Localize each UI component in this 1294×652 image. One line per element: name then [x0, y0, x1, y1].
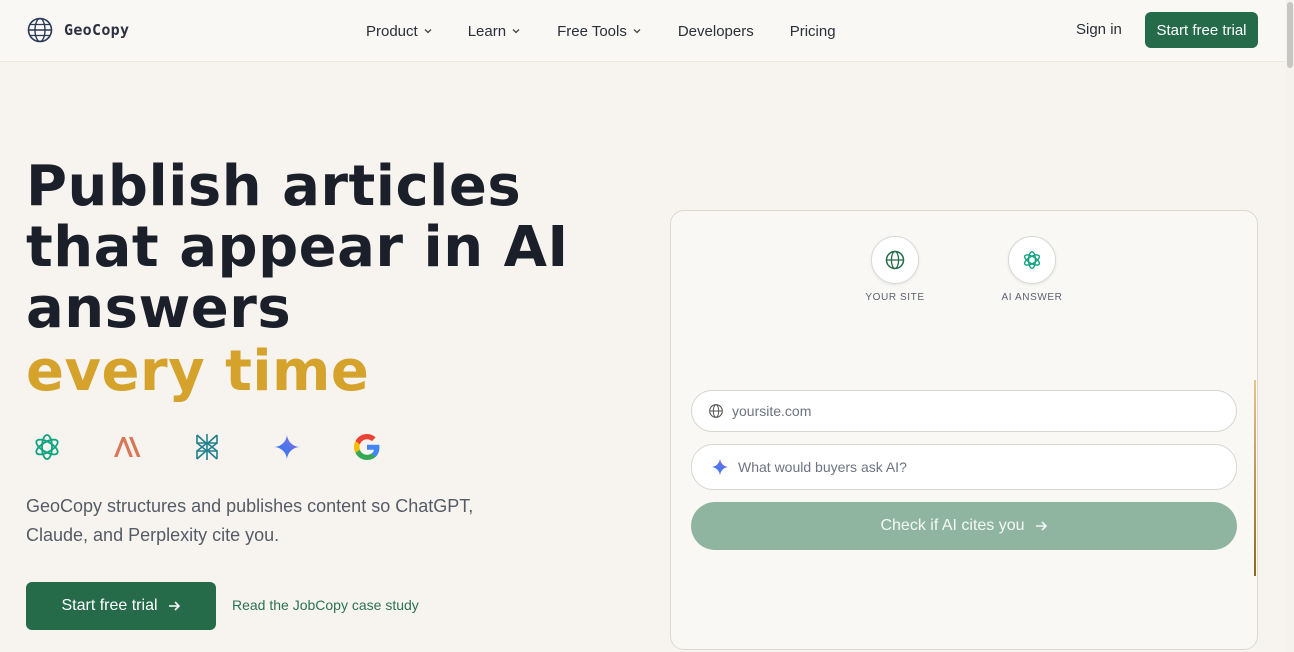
headline-accent: every time — [26, 339, 370, 404]
headline-line-1: Publish articles — [26, 154, 522, 219]
sign-in-link[interactable]: Sign in — [1076, 21, 1122, 38]
your-site-circle — [871, 236, 919, 284]
hero-cta-label: Start free trial — [61, 597, 158, 614]
hero-subtitle: GeoCopy structures and publishes content… — [26, 496, 474, 545]
buyer-question-input[interactable] — [738, 459, 1218, 475]
top-nav: GeoCopy Product Learn Free Tools Develop… — [0, 0, 1286, 62]
headline-line-2: that appear in AI — [26, 215, 569, 280]
nav-pricing[interactable]: Pricing — [790, 23, 836, 40]
chevron-down-icon — [512, 29, 520, 34]
nav-developers[interactable]: Developers — [678, 23, 754, 40]
chevron-down-icon — [424, 29, 432, 34]
ai-citation-checker-card: YOUR SITE AI ANSWER yoursite.com What wo… — [670, 210, 1258, 650]
brand-name: GeoCopy — [64, 21, 130, 39]
nav-start-trial-button[interactable]: Start free trial — [1145, 12, 1258, 48]
anthropic-icon — [110, 430, 144, 464]
ai-answer-badge: AI ANSWER — [987, 236, 1077, 303]
globe-icon — [27, 17, 53, 43]
case-study-link[interactable]: Read the JobCopy case study — [232, 597, 419, 613]
chatgpt-icon — [30, 430, 64, 464]
chevron-down-icon — [633, 29, 641, 34]
scrollbar[interactable] — [1286, 0, 1294, 652]
check-citation-button[interactable]: Check if AI cites you — [691, 502, 1237, 550]
hero-start-trial-button[interactable]: Start free trial — [26, 582, 216, 630]
sparkle-icon — [711, 458, 729, 476]
logo[interactable]: GeoCopy — [27, 17, 129, 43]
perplexity-icon — [190, 430, 224, 464]
hero-headline: Publish articles that appear in AI answe… — [26, 156, 646, 402]
site-url-field[interactable] — [691, 390, 1237, 432]
nav-free-tools[interactable]: Free Tools — [557, 23, 642, 40]
headline-line-3: answers — [26, 276, 292, 341]
nav-developers-label: Developers — [677, 22, 754, 40]
buyer-question-field[interactable] — [691, 444, 1237, 490]
gemini-icon — [270, 430, 304, 464]
chatgpt-icon — [1023, 251, 1041, 269]
nav-free-tools-label: Free Tools — [557, 22, 627, 40]
nav-product[interactable]: Product — [366, 23, 433, 40]
nav-learn[interactable]: Learn — [468, 23, 521, 40]
arrow-right-icon — [168, 601, 180, 611]
your-site-badge: YOUR SITE — [850, 236, 940, 303]
google-icon — [350, 430, 384, 464]
nav-pricing-label: Pricing — [789, 22, 836, 40]
arrow-right-icon — [1035, 521, 1047, 531]
card-accent-edge — [1254, 380, 1256, 576]
nav-product-label: Product — [366, 22, 418, 40]
check-button-label: Check if AI cites you — [880, 517, 1025, 534]
ai-logo-row — [30, 430, 430, 464]
ai-answer-label: AI ANSWER — [1001, 292, 1063, 303]
site-url-input[interactable] — [732, 403, 1212, 419]
globe-icon — [885, 250, 905, 270]
ai-answer-circle — [1008, 236, 1056, 284]
scrollbar-thumb[interactable] — [1287, 2, 1293, 68]
nav-learn-label: Learn — [467, 22, 507, 40]
your-site-label: YOUR SITE — [865, 292, 925, 303]
nav-links: Product Learn Free Tools Developers Pric… — [366, 0, 836, 62]
globe-icon — [709, 404, 723, 418]
